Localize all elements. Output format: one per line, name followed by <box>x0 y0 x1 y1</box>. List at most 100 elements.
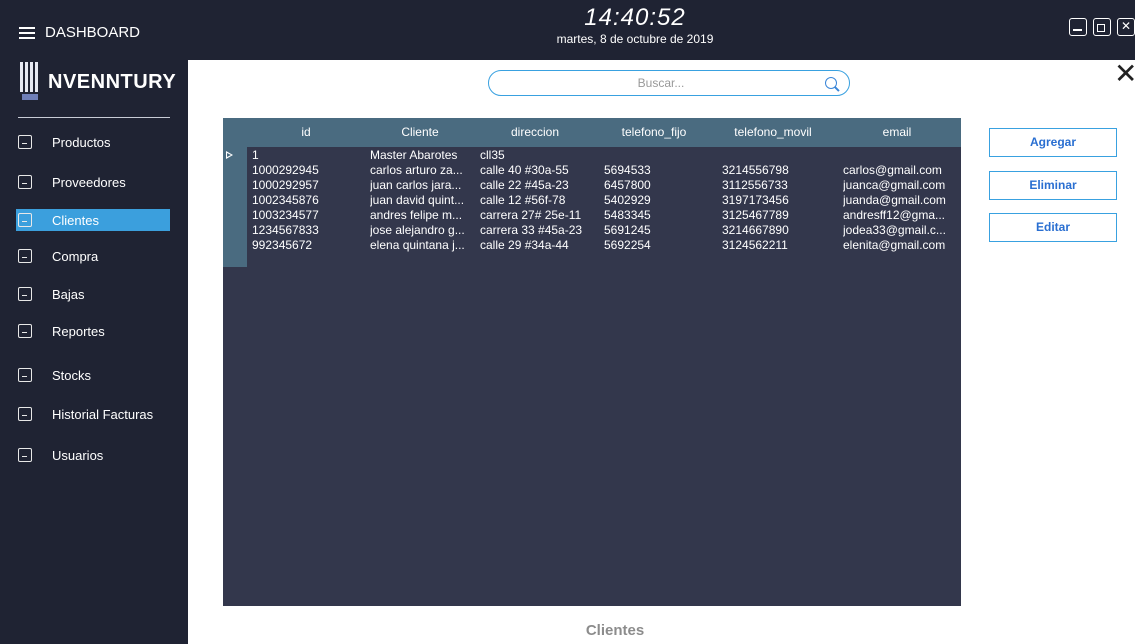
column-header[interactable]: email <box>833 118 961 147</box>
minimize-icon[interactable] <box>1069 18 1087 36</box>
page-title: Clientes <box>585 622 645 639</box>
table-cell: juan david quint... <box>370 193 465 207</box>
table-cell: 3124562211 <box>722 238 788 252</box>
table-cell: 1000292945 <box>252 163 319 177</box>
table-cell: 3125467789 <box>722 208 789 222</box>
sidebar-item-usuarios[interactable]: Usuarios <box>16 444 170 466</box>
edit-button[interactable]: Editar <box>989 213 1117 242</box>
sidebar-item-productos[interactable]: Productos <box>16 131 170 153</box>
table-cell: 1002345876 <box>252 193 319 207</box>
sidebar-item-label: Bajas <box>52 286 85 302</box>
clients-icon <box>18 213 32 227</box>
table-row[interactable]: 1003234577 andres felipe m... carrera 27# … <box>247 208 961 223</box>
sidebar-item-label: Productos <box>52 134 111 150</box>
column-header[interactable]: telefono_movil <box>713 118 833 147</box>
dashboard-label: DASHBOARD <box>45 24 141 41</box>
logo-divider <box>18 117 170 118</box>
table-row[interactable]: 992345672 elena quintana j... calle 29 #34… <box>247 238 961 253</box>
sidebar-item-clientes[interactable]: Clientes <box>16 209 170 231</box>
sidebar-item-label: Historial Facturas <box>52 406 154 422</box>
table-cell: Master Abarotes <box>370 148 458 162</box>
sidebar-item-bajas[interactable]: Bajas <box>16 283 170 305</box>
clock-time: 14:40:52 <box>584 4 686 31</box>
sidebar-item-label: Clientes <box>52 212 99 228</box>
table-cell: 5694533 <box>604 163 651 177</box>
removals-icon <box>18 287 32 301</box>
selected-row-indicator-icon <box>226 151 233 159</box>
table-cell: 5483345 <box>604 208 651 222</box>
table-cell: calle 40 #30a-55 <box>480 163 569 177</box>
table-cell: 1003234577 <box>252 208 319 222</box>
table-cell: 3112556733 <box>722 178 788 192</box>
table-cell: 5402929 <box>604 193 651 207</box>
sidebar-item-label: Proveedores <box>52 174 126 190</box>
column-header[interactable]: telefono_fijo <box>595 118 713 147</box>
delete-button[interactable]: Eliminar <box>989 171 1117 200</box>
table-cell: andresff12@gma... <box>843 208 946 222</box>
table-cell: 1000292957 <box>252 178 319 192</box>
table-cell: andres felipe m... <box>370 208 463 222</box>
table-cell: jodea33@gmail.c... <box>843 223 946 237</box>
sidebar-item-label: Compra <box>52 248 99 264</box>
add-button[interactable]: Agregar <box>989 128 1117 157</box>
search-icon[interactable] <box>825 77 837 89</box>
table-cell: carrera 27# 25e-11 <box>480 208 582 222</box>
search-input[interactable] <box>499 75 823 91</box>
sidebar-item-historial-facturas[interactable]: Historial Facturas <box>16 403 170 425</box>
table-cell: calle 29 #34a-44 <box>480 238 569 252</box>
table-cell: 3214556798 <box>722 163 789 177</box>
table-cell: juanda@gmail.com <box>843 193 946 207</box>
table-cell: carlos arturo za... <box>370 163 463 177</box>
table-cell: juan carlos jara... <box>370 178 462 192</box>
sidebar-item-proveedores[interactable]: Proveedores <box>16 171 170 193</box>
close-icon[interactable]: ✕ <box>1114 60 1135 88</box>
table-cell: 6457800 <box>604 178 651 192</box>
table-cell: carrera 33 #45a-23 <box>480 223 583 237</box>
column-header[interactable]: Cliente <box>365 118 475 147</box>
table-cell: 992345672 <box>252 238 313 252</box>
clients-table[interactable]: id Cliente direccion telefono_fijo telefono_… <box>223 118 961 606</box>
brand-logo: NVENNTURY <box>18 62 176 102</box>
table-row[interactable]: 1234567833 jose alejandro g... carrera 33 … <box>247 223 961 238</box>
sidebar-item-reportes[interactable]: Reportes <box>16 320 170 342</box>
column-header[interactable]: direccion <box>475 118 595 147</box>
search-box <box>488 70 850 96</box>
table-cell: cll35 <box>480 148 505 162</box>
window-controls: ✕ <box>1069 18 1135 36</box>
column-header[interactable]: id <box>247 118 365 147</box>
purchase-icon <box>18 249 32 263</box>
table-cell: 5692254 <box>604 238 651 252</box>
table-cell: elena quintana j... <box>370 238 465 252</box>
table-cell: 1 <box>252 148 259 162</box>
restore-icon[interactable] <box>1093 18 1111 36</box>
table-cell: 1234567833 <box>252 223 319 237</box>
reports-icon <box>18 324 32 338</box>
hamburger-icon <box>19 26 35 39</box>
table-cell: 3197173456 <box>722 193 789 207</box>
close-window-icon[interactable]: ✕ <box>1117 18 1135 36</box>
sidebar-item-stocks[interactable]: Stocks <box>16 364 170 386</box>
invoice-history-icon <box>18 407 32 421</box>
table-cell: juanca@gmail.com <box>843 178 946 192</box>
sidebar-item-label: Reportes <box>52 323 105 339</box>
users-icon <box>18 448 32 462</box>
dashboard-toggle[interactable]: DASHBOARD <box>19 24 140 41</box>
clock-date: martes, 8 de octubre de 2019 <box>556 32 714 46</box>
sidebar-item-compra[interactable]: Compra <box>16 245 170 267</box>
product-icon <box>18 135 32 149</box>
table-row[interactable]: 1002345876 juan david quint... calle 12 #5… <box>247 193 961 208</box>
table-cell: calle 22 #45a-23 <box>480 178 569 192</box>
table-row[interactable]: 1000292957 juan carlos jara... calle 22 #4… <box>247 178 961 193</box>
table-cell: 3214667890 <box>722 223 789 237</box>
title-bar: DASHBOARD 14:40:52 martes, 8 de octubre … <box>0 0 1135 60</box>
logo-icon <box>18 62 44 102</box>
table-cell: elenita@gmail.com <box>843 238 946 252</box>
table-cell: jose alejandro g... <box>370 223 465 237</box>
table-cell: carlos@gmail.com <box>843 163 942 177</box>
clock: 14:40:52 martes, 8 de octubre de 2019 <box>500 5 770 47</box>
logo-text: NVENNTURY <box>48 70 177 93</box>
table-row[interactable]: 1 Master Abarotes cll35 <box>247 148 961 163</box>
table-row[interactable]: 1000292945 carlos arturo za... calle 40 #3… <box>247 163 961 178</box>
suppliers-icon <box>18 175 32 189</box>
table-cell: calle 12 #56f-78 <box>480 193 566 207</box>
